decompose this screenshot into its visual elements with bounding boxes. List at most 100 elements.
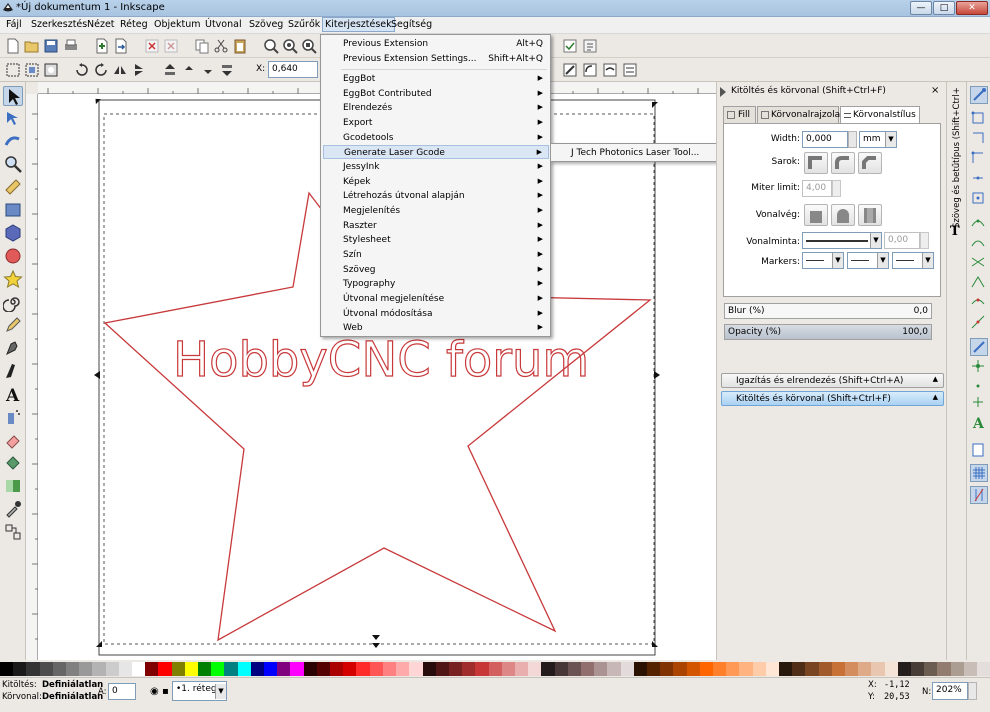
dropper-tool-icon[interactable]	[3, 499, 23, 519]
unit-select[interactable]: mm ▼	[859, 131, 897, 148]
palette-swatch[interactable]	[765, 662, 779, 676]
palette-swatch[interactable]	[145, 662, 159, 676]
cap-square-button[interactable]	[858, 204, 882, 226]
invert-selection-icon[interactable]	[43, 62, 59, 78]
palette-swatch[interactable]	[752, 662, 766, 676]
snap-object-midpoints-icon[interactable]	[970, 338, 988, 356]
snap-bbox-corner-icon[interactable]	[970, 150, 988, 168]
dock-close-icon[interactable]: ×	[931, 85, 939, 96]
palette-swatch[interactable]	[501, 662, 515, 676]
selector-tool-icon[interactable]	[3, 86, 23, 106]
palette-swatch[interactable]	[118, 662, 133, 676]
eye-icon[interactable]: ◉	[150, 686, 159, 697]
palette-swatch[interactable]	[316, 662, 331, 676]
menu-item-generate-laser-gcode[interactable]: Generate Laser Gcode ▶	[323, 145, 549, 159]
maximize-button[interactable]: □	[933, 1, 955, 15]
snap-guides-icon[interactable]	[970, 486, 988, 504]
palette-swatch[interactable]	[462, 662, 476, 676]
flip-horizontal-icon[interactable]	[112, 62, 128, 78]
palette-swatch[interactable]	[343, 662, 357, 676]
new-document-icon[interactable]	[5, 38, 21, 54]
measure-tool-icon[interactable]	[3, 177, 23, 197]
calligraphy-tool-icon[interactable]	[3, 361, 23, 381]
palette-swatch[interactable]	[277, 662, 291, 676]
palette-swatch[interactable]	[792, 662, 806, 676]
zoom-page-icon[interactable]	[301, 38, 317, 54]
zoom-field[interactable]: 202%	[932, 682, 968, 700]
transform-gradients-icon[interactable]	[602, 62, 618, 78]
eraser-tool-icon[interactable]	[3, 430, 23, 450]
palette-swatch[interactable]	[924, 662, 938, 676]
snap-bbox-midpoint-icon[interactable]	[970, 170, 988, 188]
select-all-layers-icon[interactable]	[24, 62, 40, 78]
zoom-selection-icon[interactable]	[263, 38, 279, 54]
palette-swatch[interactable]	[739, 662, 753, 676]
snap-intersections-icon[interactable]	[970, 254, 988, 272]
palette-swatch[interactable]	[897, 662, 912, 676]
spiral-tool-icon[interactable]	[2, 292, 23, 313]
side-tab-text-font[interactable]: Szöveg és betűtípus (Shift+Ctrl+T)	[947, 79, 965, 228]
menu-path[interactable]: Útvonal	[205, 19, 242, 30]
palette-swatch[interactable]	[290, 662, 304, 676]
menu-item-typography[interactable]: Typography ▶	[323, 277, 549, 291]
menu-edit[interactable]: Szerkesztés	[31, 19, 87, 30]
palette-swatch[interactable]	[211, 662, 225, 676]
tab-fill[interactable]: Fill	[723, 106, 756, 123]
tab-stroke-style[interactable]: Körvonalstílus	[840, 106, 920, 124]
palette-swatch[interactable]	[528, 662, 542, 676]
menu-view[interactable]: Nézet	[87, 19, 115, 30]
copy-icon[interactable]	[194, 38, 210, 54]
menu-item-web[interactable]: Web ▶	[323, 321, 549, 335]
palette-swatch[interactable]	[26, 662, 40, 676]
submenu-item-jtech-laser-tool[interactable]: J Tech Photonics Laser Tool...	[571, 148, 699, 158]
palette-swatch[interactable]	[871, 662, 885, 676]
palette-swatch[interactable]	[105, 662, 119, 676]
menu-item-gcodetools[interactable]: Gcodetools ▶	[323, 131, 549, 145]
palette-swatch[interactable]	[330, 662, 344, 676]
palette-swatch[interactable]	[673, 662, 687, 676]
palette-swatch[interactable]	[224, 662, 238, 676]
opacity-a-field[interactable]: 0	[108, 683, 136, 700]
snap-nodes-icon[interactable]	[970, 214, 988, 232]
palette-swatch[interactable]	[250, 662, 265, 676]
palette-swatch[interactable]	[13, 662, 27, 676]
palette-swatch[interactable]	[686, 662, 700, 676]
join-round-button[interactable]	[831, 152, 855, 174]
palette-swatch[interactable]	[514, 662, 529, 676]
x-coordinate-field[interactable]: 0,640	[268, 61, 318, 78]
print-icon[interactable]	[63, 38, 79, 54]
palette-swatch[interactable]	[831, 662, 845, 676]
palette-swatch[interactable]	[620, 662, 634, 676]
palette-swatch[interactable]	[778, 662, 793, 676]
palette-swatch[interactable]	[396, 662, 410, 676]
ellipse-tool-icon[interactable]	[3, 246, 23, 266]
palette-swatch[interactable]	[0, 662, 14, 676]
zoom-spin-buttons[interactable]	[968, 682, 977, 700]
palette-swatch[interactable]	[858, 662, 872, 676]
width-spin-buttons[interactable]	[848, 131, 857, 148]
color-palette[interactable]	[0, 662, 990, 676]
transform-patterns-icon[interactable]	[622, 62, 638, 78]
star-tool-icon[interactable]	[3, 269, 23, 289]
save-icon[interactable]	[43, 38, 59, 54]
snap-rotation-center-icon[interactable]	[970, 358, 988, 376]
pencil-tool-icon[interactable]	[3, 315, 23, 335]
dash-pattern-select[interactable]: ▼	[802, 232, 882, 249]
menu-item-eggbot-contributed[interactable]: EggBot Contributed ▶	[323, 87, 549, 101]
menu-item-previous-extension-settings[interactable]: Previous Extension Settings... Shift+Alt+…	[323, 52, 549, 66]
start-marker-select[interactable]: ▼	[802, 252, 844, 269]
snap-paths-icon[interactable]	[970, 234, 988, 252]
palette-swatch[interactable]	[805, 662, 819, 676]
palette-swatch[interactable]	[171, 662, 185, 676]
snap-bbox-icon[interactable]	[970, 110, 988, 128]
menu-object[interactable]: Objektum	[154, 19, 201, 30]
laser-gcode-submenu[interactable]: J Tech Photonics Laser Tool...	[550, 143, 718, 162]
join-miter-button[interactable]	[804, 152, 828, 174]
palette-swatch[interactable]	[488, 662, 502, 676]
palette-swatch[interactable]	[422, 662, 436, 676]
import-icon[interactable]	[94, 38, 110, 54]
raise-icon[interactable]	[181, 62, 197, 78]
menu-filters[interactable]: Szűrők	[288, 19, 320, 30]
menu-text[interactable]: Szöveg	[249, 19, 283, 30]
menu-item-utvonal-megjelenitese[interactable]: Útvonal megjelenítése ▶	[323, 292, 549, 306]
